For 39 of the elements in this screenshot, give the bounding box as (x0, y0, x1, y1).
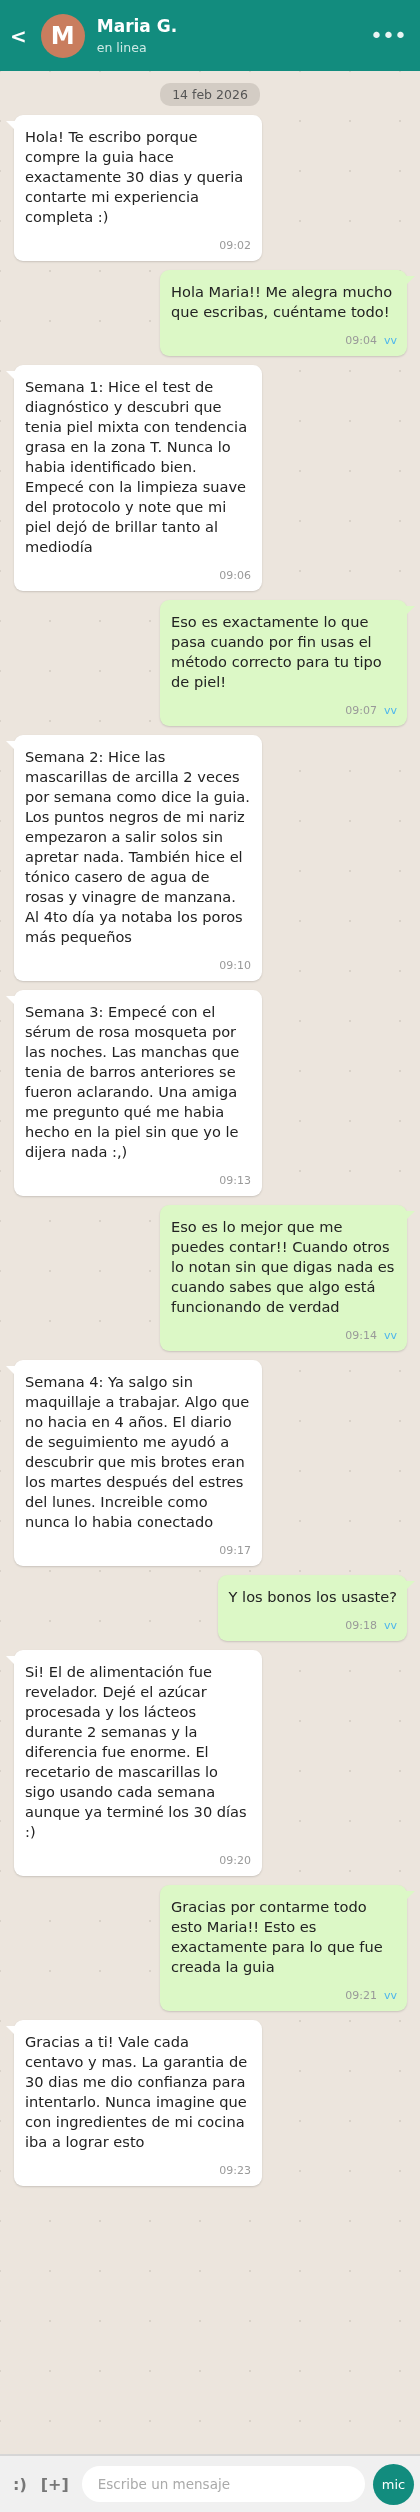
menu-button[interactable]: ••• (370, 23, 406, 48)
contact-avatar: M (40, 13, 85, 58)
attach-button[interactable]: [+] (37, 2474, 72, 2494)
message-text: Semana 4: Ya salgo sin maquillaje a trabajar. Algo que no hacia en 4 años. El diario de seguimiento me ayudó a descubrir que mis brotes eran los martes después del estres del lunes. Increible como nunca lo habia conectado (25, 1372, 251, 1532)
emoji-button[interactable]: :) (10, 2474, 30, 2494)
message-time: 09:17 (219, 1544, 251, 1558)
message-text: Si! El de alimentación fue revelador. Dejé el azúcar procesada y los lácteos durante 2 semanas y la diferencia fue enorme. El recetario de mascarillas lo sigo usando cada semana aunque ya terminé los 30 días :) (25, 1662, 248, 1842)
message-time: 09:21 (345, 1989, 377, 2003)
message-time: 09:14 (345, 1329, 377, 1343)
read-ticks: vv (383, 704, 397, 718)
message-text: Semana 2: Hice las mascarillas de arcilla 2 veces por semana como dice la guia. Los puntos negros de mi nariz empezaron a salir solos sin apretar nada. También hice el tónico casero de agua de rosas y vinagre de manzana. Al 4to día ya notaba los poros más pequeños (25, 747, 251, 947)
message-text: Eso es exactamente lo que pasa cuando por fin usas el método correcto para tu tipo de piel! (171, 612, 383, 692)
message-time: 09:13 (219, 1174, 251, 1188)
message-time: 09:23 (219, 2164, 251, 2178)
message-text: Y los bonos los usaste? (228, 1587, 397, 1607)
contact-status: en linea (96, 40, 148, 55)
message-time: 09:02 (219, 239, 251, 253)
read-ticks: vv (383, 334, 397, 348)
message-text: Gracias a ti! Vale cada centavo y mas. La garantia de 30 dias me dio confianza para intentarlo. Nunca imagine que con ingredientes de mi cocina iba a lograr esto (25, 2032, 249, 2152)
read-ticks: vv (383, 1329, 397, 1343)
message-time: 09:10 (219, 959, 251, 973)
contact-name: Maria G. (96, 16, 179, 36)
message-time: 09:20 (219, 1854, 251, 1868)
message-text: Hola Maria!! Me alegra mucho que escribas, cuéntame todo! (171, 282, 394, 322)
message-text: Semana 3: Empecé con el sérum de rosa mosqueta por las noches. Las manchas que tenia de barros anteriores se fueron aclarando. Una amiga me pregunto qué me habia hecho en la piel sin que yo le dijera nada :,) (25, 1002, 241, 1162)
message-text: Semana 1: Hice el test de diagnóstico y descubri que tenia piel mixta con tendencia grasa en la zona T. Nunca lo habia identificado bien. Empecé con la limpieza suave del protocolo y note que mi piel dejó de brillar tanto al mediodía (25, 377, 249, 557)
mic-button[interactable]: mic (373, 2463, 414, 2505)
date-chip: 14 feb 2026 (160, 83, 260, 106)
message-time: 09:07 (345, 704, 377, 718)
message-time: 09:18 (345, 1619, 377, 1633)
read-ticks: vv (383, 1619, 397, 1633)
message-text: Hola! Te escribo porque compre la guia hace exactamente 30 dias y queria contarte mi experiencia completa :) (25, 127, 245, 227)
message-input[interactable]: Escribe un mensaje (81, 2466, 365, 2502)
message-time: 09:06 (219, 569, 251, 583)
back-button[interactable]: < (10, 23, 27, 48)
read-ticks: vv (383, 1989, 397, 2003)
message-text: Gracias por contarme todo esto Maria!! Esto es exactamente para lo que fue creada la guia (171, 1897, 384, 1977)
message-text: Eso es lo mejor que me puedes contar!! Cuando otros lo notan sin que digas nada es cuando sabes que algo está funcionando de verdad (171, 1217, 396, 1317)
message-time: 09:04 (345, 334, 377, 348)
